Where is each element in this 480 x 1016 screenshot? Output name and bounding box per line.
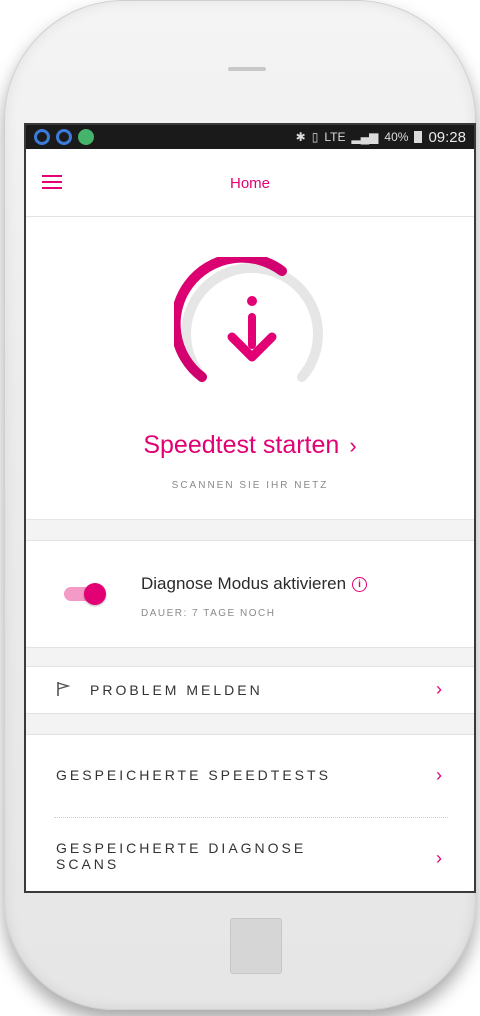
sync-icon: [56, 129, 72, 145]
clock: 09:28: [428, 128, 466, 146]
bluetooth-icon: ✱: [295, 130, 306, 144]
speedtest-subtitle: SCANNEN SIE IHR NETZ: [171, 480, 329, 491]
page-title: Home: [229, 175, 270, 192]
battery-icon: [414, 131, 423, 143]
battery-percent: 40%: [384, 130, 409, 144]
status-system-icons: ✱ ▯ LTE ▂▄▆ 40% 09:28: [296, 129, 466, 146]
phone-home-button[interactable]: [230, 918, 282, 974]
chevron-right-icon: ›: [349, 433, 357, 458]
saved-diagnose-scans-line2: SCANS: [56, 856, 120, 872]
signal-icon: ▂▄▆: [351, 130, 379, 144]
phone-speaker: [228, 67, 266, 71]
diagnose-mode-toggle[interactable]: [64, 583, 106, 605]
sync-icon: [34, 129, 50, 145]
vibrate-icon: ▯: [311, 130, 319, 144]
diagnose-duration: DAUER: 7 TAGE NOCH: [141, 608, 276, 619]
chevron-right-icon: ›: [436, 848, 442, 868]
app-bar: Home: [26, 149, 474, 217]
download-icon[interactable]: [174, 257, 330, 389]
saved-speedtests-label: GESPEICHERTE SPEEDTESTS: [56, 767, 331, 783]
saved-diagnose-scans-label: GESPEICHERTE DIAGNOSE SCANS: [56, 840, 306, 872]
diagnose-mode-label: Diagnose Modus aktivieren: [141, 574, 347, 593]
chevron-right-icon: ›: [436, 765, 442, 785]
status-notification-icons: [34, 129, 94, 145]
app-notification-icon: [78, 129, 94, 145]
saved-diagnose-scans-line1: GESPEICHERTE DIAGNOSE: [56, 840, 307, 856]
section-spacer: [26, 648, 474, 666]
saved-diagnose-scans-item[interactable]: GESPEICHERTE DIAGNOSE SCANS ›: [26, 818, 474, 891]
network-type: LTE: [324, 130, 346, 144]
speedtest-start-label: Speedtest starten: [143, 431, 340, 459]
section-spacer: [26, 520, 474, 540]
phone-frame: ✱ ▯ LTE ▂▄▆ 40% 09:28 Home Speedtest sta…: [4, 0, 476, 1010]
saved-list: GESPEICHERTE SPEEDTESTS › GESPEICHERTE D…: [26, 734, 474, 891]
speedtest-start-button[interactable]: Speedtest starten ›: [26, 431, 474, 460]
info-icon[interactable]: i: [352, 577, 368, 592]
section-spacer: [26, 714, 474, 734]
report-problem-button[interactable]: PROBLEM MELDEN ›: [26, 666, 474, 714]
report-problem-label: PROBLEM MELDEN: [90, 682, 263, 698]
speedtest-section: Speedtest starten › SCANNEN SIE IHR NETZ: [26, 217, 474, 520]
app-screen: ✱ ▯ LTE ▂▄▆ 40% 09:28 Home Speedtest sta…: [24, 123, 476, 893]
saved-speedtests-item[interactable]: GESPEICHERTE SPEEDTESTS ›: [26, 735, 474, 817]
diagnose-mode-section: Diagnose Modus aktivieren i DAUER: 7 TAGE…: [26, 540, 474, 648]
chevron-right-icon: ›: [436, 679, 442, 699]
status-bar: ✱ ▯ LTE ▂▄▆ 40% 09:28: [26, 125, 474, 149]
flag-icon: [57, 682, 70, 696]
diagnose-mode-title: Diagnose Modus aktivieren i: [141, 574, 368, 594]
